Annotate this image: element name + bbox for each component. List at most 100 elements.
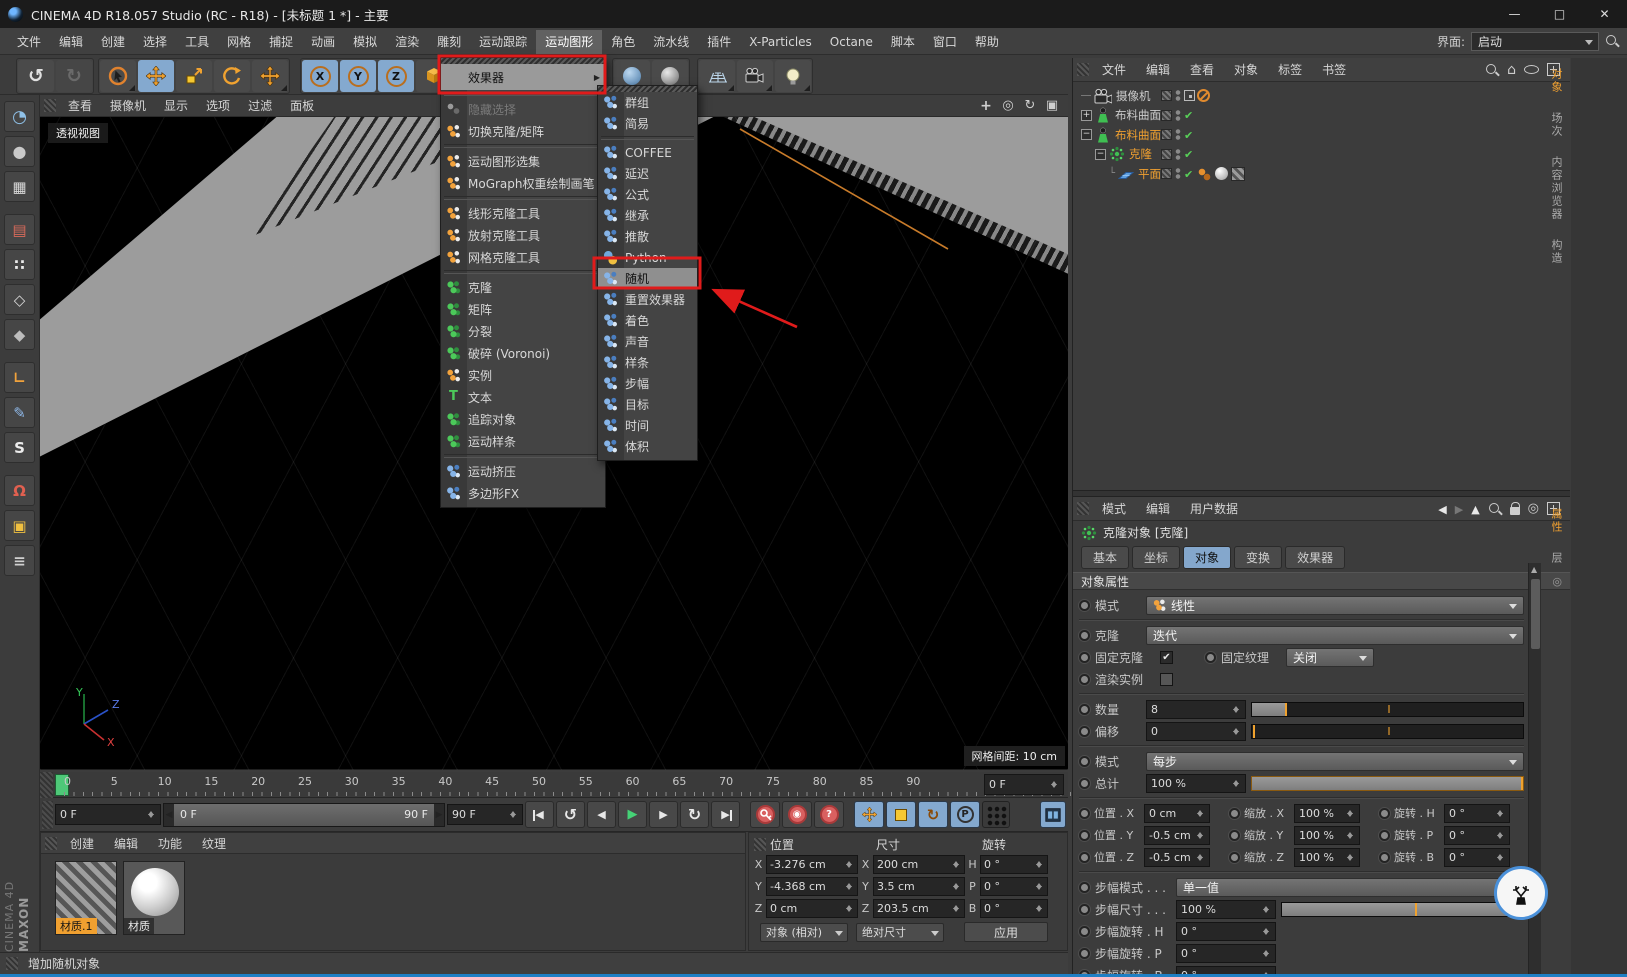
- parent-object-icon[interactable]: [1471, 502, 1479, 516]
- x-axis-lock-button[interactable]: X: [302, 60, 338, 92]
- drag-handle[interactable]: [1077, 502, 1089, 515]
- position-y-field[interactable]: -0.5 cm: [1144, 825, 1210, 845]
- submenu-item[interactable]: 目标: [598, 394, 697, 415]
- menu-item[interactable]: 矩阵: [441, 298, 605, 320]
- material-menu-item[interactable]: 纹理: [193, 832, 235, 855]
- layer-color-toggle[interactable]: [1161, 168, 1172, 180]
- history-forward-icon[interactable]: [1455, 502, 1463, 516]
- history-back-icon[interactable]: [1438, 502, 1446, 516]
- object-name[interactable]: 摄像机: [1116, 88, 1151, 104]
- attribute-tab[interactable]: 对象: [1183, 546, 1232, 569]
- object-name[interactable]: 布料曲面: [1115, 107, 1161, 123]
- keyframe-radio[interactable]: [1079, 881, 1090, 893]
- menu-item[interactable]: 编辑: [50, 30, 92, 54]
- toggle-view-icon[interactable]: [1044, 98, 1060, 114]
- keyframe-radio[interactable]: [1229, 851, 1240, 863]
- submenu-item[interactable]: 声音: [598, 331, 697, 352]
- polygons-mode-icon[interactable]: [4, 319, 35, 350]
- axis-modify-icon[interactable]: [4, 362, 35, 393]
- material-swatch[interactable]: 材质: [123, 861, 185, 935]
- keyframe-radio[interactable]: [1079, 629, 1090, 641]
- expand-toggle[interactable]: [1081, 129, 1092, 141]
- offset-field[interactable]: 0: [1146, 721, 1246, 741]
- record-pla-toggle[interactable]: [982, 801, 1010, 828]
- menu-item[interactable]: 网格克隆工具: [441, 246, 605, 268]
- keyframe-radio[interactable]: [1079, 925, 1090, 937]
- submenu-item[interactable]: 体积: [598, 436, 697, 457]
- home-icon[interactable]: [1507, 62, 1516, 78]
- enabled-check-icon[interactable]: [1184, 128, 1193, 142]
- menu-item[interactable]: 帮助: [966, 30, 1008, 54]
- menu-item[interactable]: 运动图形: [536, 29, 603, 54]
- keyframe-radio[interactable]: [1079, 703, 1090, 715]
- zoom-view-icon[interactable]: [1000, 98, 1016, 114]
- rotation-h-field[interactable]: 0 °: [1444, 803, 1510, 823]
- expand-toggle[interactable]: [1081, 109, 1092, 121]
- object-row-cloner[interactable]: 克隆: [1073, 145, 1570, 165]
- edges-mode-icon[interactable]: [4, 284, 35, 315]
- position-y-field[interactable]: -4.368 cm: [766, 876, 858, 896]
- count-slider[interactable]: [1251, 701, 1524, 717]
- camera-target-icon[interactable]: [1184, 90, 1195, 102]
- camera-object-button[interactable]: [737, 60, 773, 92]
- menu-item[interactable]: 运动挤压: [441, 460, 605, 482]
- render-instances-checkbox[interactable]: [1160, 672, 1173, 686]
- autokey-button[interactable]: ◉: [782, 801, 812, 828]
- object-manager-menu-item[interactable]: 编辑: [1137, 57, 1179, 82]
- goto-start-button[interactable]: [525, 801, 554, 828]
- keyframe-radio[interactable]: [1079, 673, 1090, 685]
- material-menu-item[interactable]: 创建: [61, 832, 103, 855]
- layer-color-toggle[interactable]: [1161, 109, 1172, 121]
- menu-item[interactable]: 运动跟踪: [470, 30, 536, 54]
- count-field[interactable]: 8: [1146, 699, 1246, 719]
- keyframe-radio[interactable]: [1379, 829, 1390, 841]
- attribute-tab[interactable]: 基本: [1081, 546, 1130, 569]
- object-manager-menu-item[interactable]: 标签: [1269, 57, 1311, 82]
- start-frame-field[interactable]: 0 F: [55, 804, 161, 825]
- record-position-toggle[interactable]: [854, 801, 884, 828]
- viewport-menu-item[interactable]: 面板: [282, 94, 322, 117]
- scale-z-field[interactable]: 100 %: [1294, 847, 1360, 867]
- keyframe-radio[interactable]: [1229, 807, 1240, 819]
- menu-item[interactable]: 追踪对象: [441, 408, 605, 430]
- keyframe-radio[interactable]: [1079, 777, 1090, 789]
- submenu-item[interactable]: 延迟: [598, 163, 697, 184]
- pen-tool-icon[interactable]: [4, 397, 35, 428]
- viewport-menu-item[interactable]: 显示: [156, 94, 196, 117]
- menu-item[interactable]: 选择: [134, 30, 176, 54]
- maximize-button[interactable]: □: [1537, 0, 1582, 28]
- viewport-menu-item[interactable]: 过滤: [240, 94, 280, 117]
- search-icon[interactable]: [1488, 502, 1502, 516]
- floor-object-button[interactable]: [699, 60, 735, 92]
- points-mode-icon[interactable]: [4, 249, 35, 280]
- drag-handle[interactable]: [1077, 63, 1089, 76]
- object-row-cloth-surface-1[interactable]: 布料曲面.1: [1073, 125, 1570, 145]
- step-rotation-p-field[interactable]: 0 °: [1176, 943, 1276, 963]
- record-parameter-toggle[interactable]: P: [950, 801, 980, 828]
- submenu-item[interactable]: 随机: [598, 268, 697, 289]
- menu-item[interactable]: 运动图形选集: [441, 150, 605, 172]
- model-mode-icon[interactable]: [4, 136, 35, 167]
- current-frame-field[interactable]: 0 F: [984, 774, 1064, 795]
- rotation-b-field[interactable]: 0 °: [980, 898, 1048, 918]
- layer-color-toggle[interactable]: [1161, 90, 1172, 102]
- y-axis-lock-button[interactable]: Y: [340, 60, 376, 92]
- search-icon[interactable]: [1485, 63, 1499, 77]
- size-mode-dropdown[interactable]: 绝对尺寸: [856, 922, 944, 942]
- visibility-dots[interactable]: [1175, 147, 1181, 161]
- keyframe-radio[interactable]: [1079, 829, 1090, 841]
- submenu-item[interactable]: 简易: [598, 113, 697, 134]
- object-row-cloth-surface[interactable]: 布料曲面: [1073, 106, 1570, 126]
- last-tool-button[interactable]: [252, 60, 288, 92]
- light-object-button[interactable]: [775, 60, 811, 92]
- vertex-map-tag[interactable]: [1197, 166, 1212, 181]
- panel-tab[interactable]: 层: [1546, 548, 1566, 569]
- undo-button[interactable]: [18, 60, 54, 92]
- viewport-menu-item[interactable]: 摄像机: [102, 94, 154, 117]
- keyframe-radio[interactable]: [1079, 851, 1090, 863]
- menu-item[interactable]: 多边形FX: [441, 482, 605, 504]
- track-icon[interactable]: [1528, 501, 1539, 516]
- keyframe-radio[interactable]: [1229, 829, 1240, 841]
- menu-item[interactable]: 破碎 (Voronoi): [441, 342, 605, 364]
- protection-tag[interactable]: [1197, 89, 1210, 103]
